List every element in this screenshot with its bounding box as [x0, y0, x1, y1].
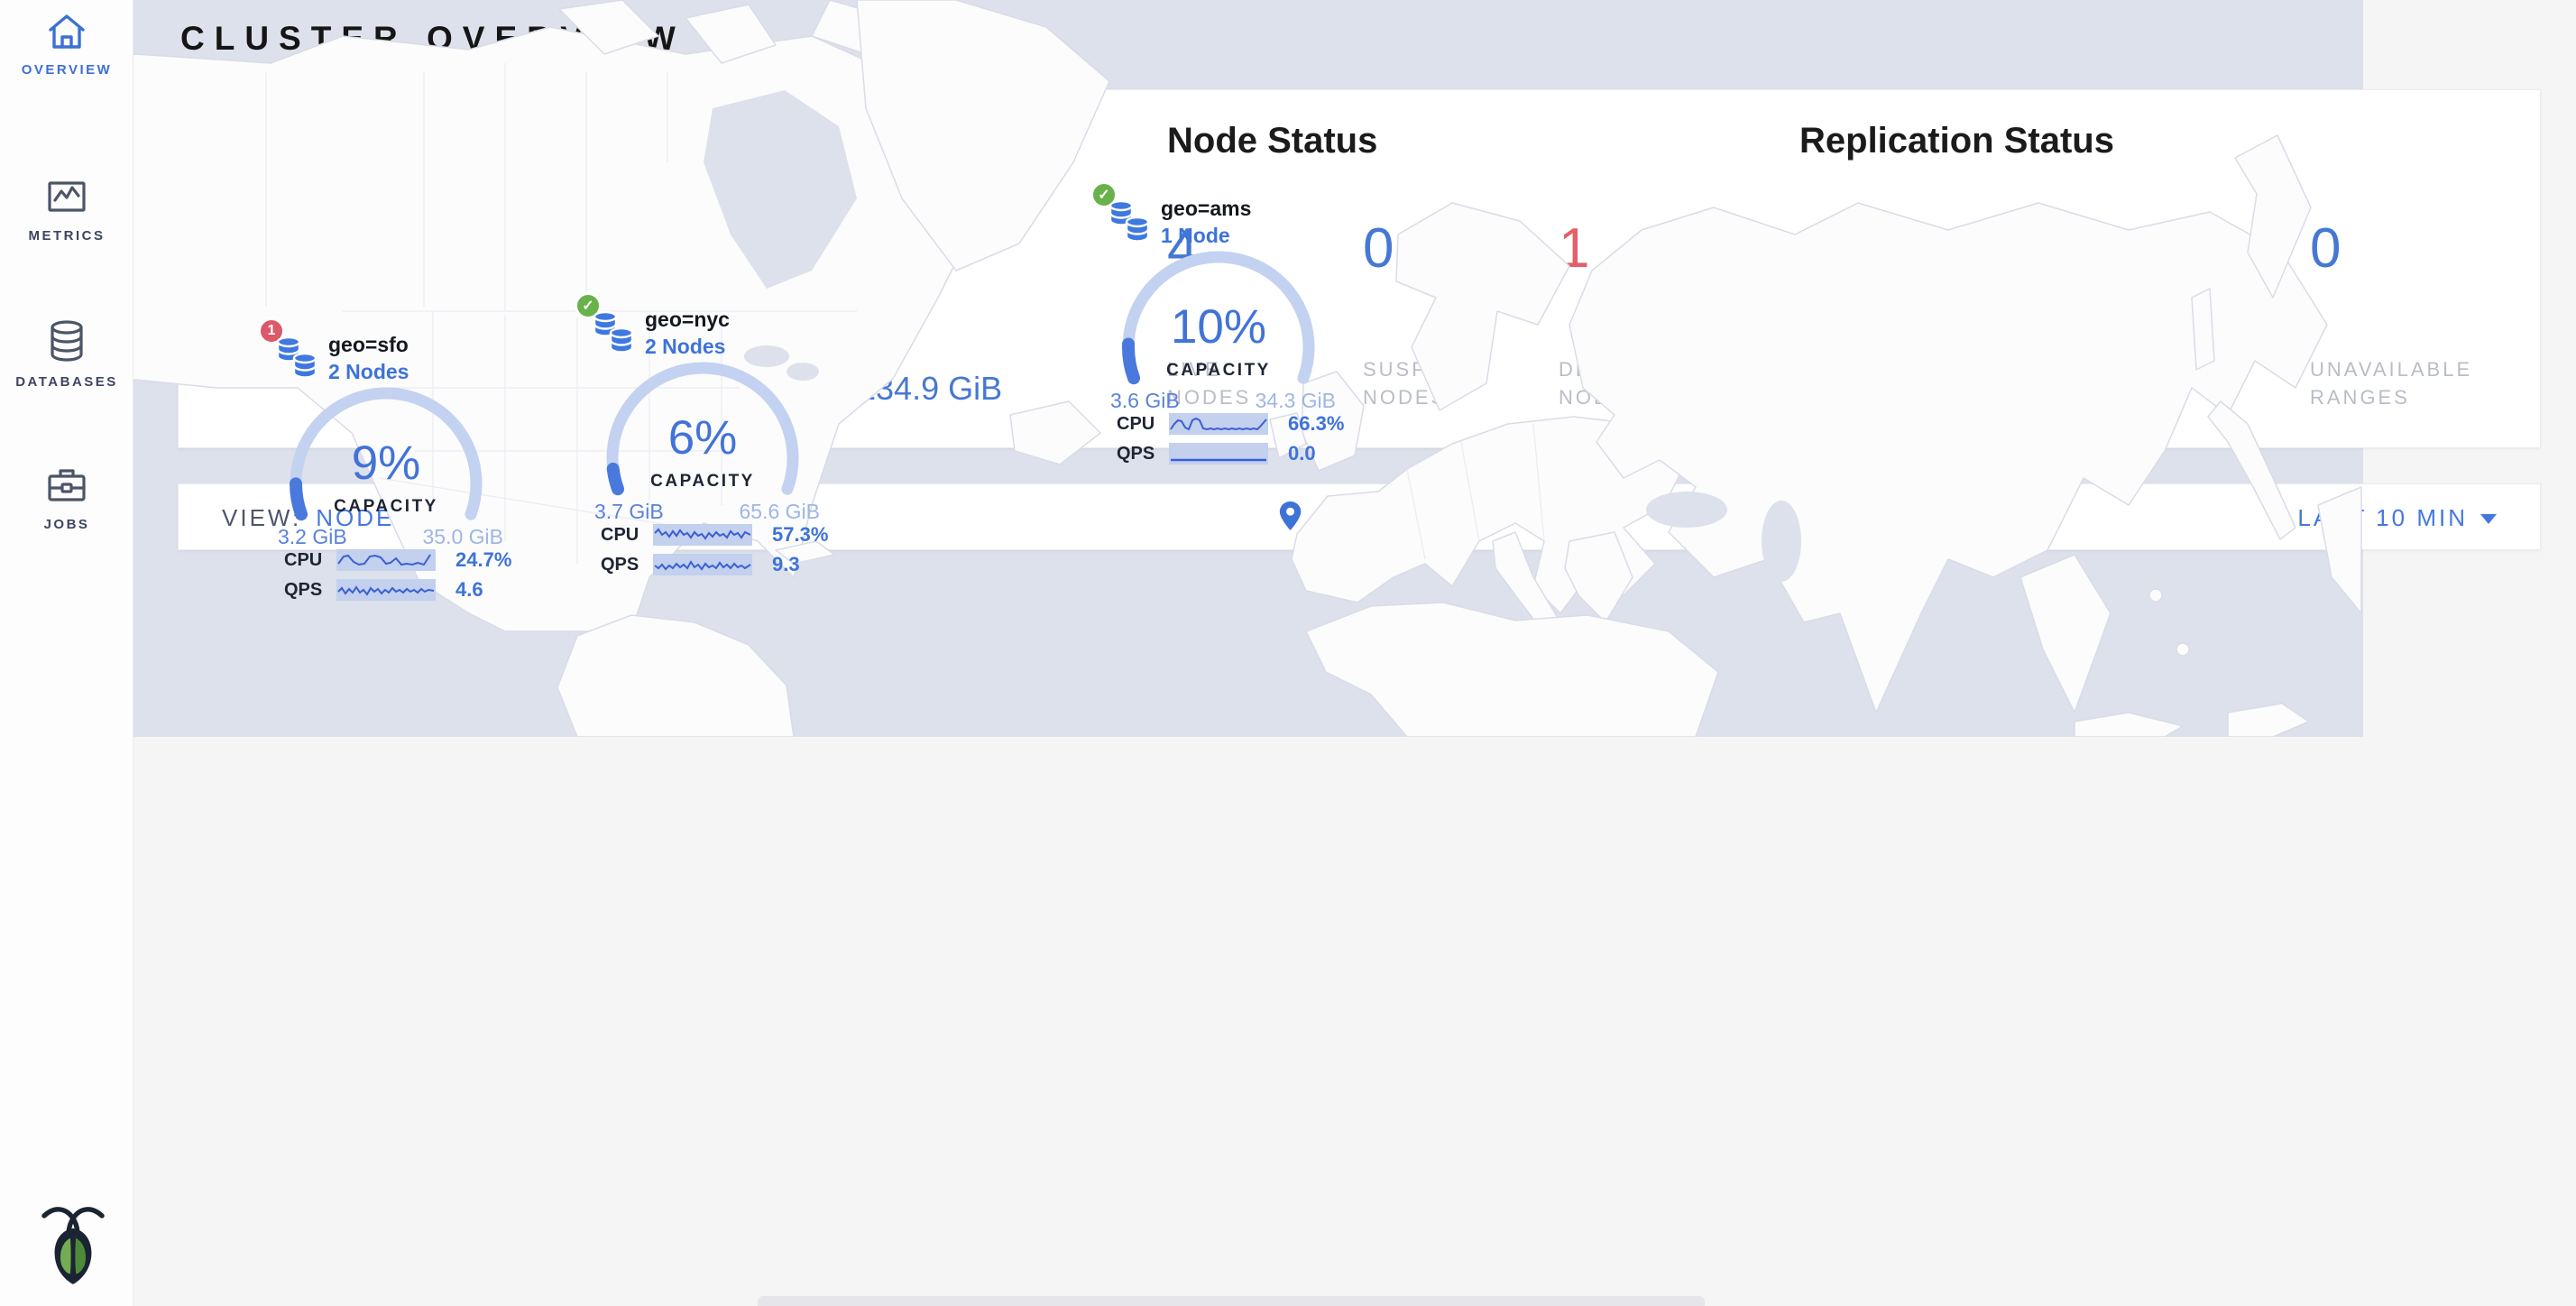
locality-name[interactable]: geo=ams	[1161, 197, 1251, 221]
locality-usable-capacity: 35.0 GiB	[423, 525, 504, 549]
cpu-value: 57.3%	[772, 523, 828, 547]
jobs-icon	[45, 464, 88, 505]
chevron-down-icon	[2480, 514, 2497, 524]
cpu-sparkline	[653, 524, 752, 546]
locality-name[interactable]: geo=sfo	[328, 333, 409, 357]
qps-sparkline	[653, 554, 752, 575]
locality-marker-sfo[interactable]: 1 geo=sfo 2 Nodes	[242, 303, 530, 610]
home-icon	[46, 13, 87, 51]
locality-node-count-link[interactable]: 2 Nodes	[645, 335, 725, 359]
qps-label: QPS	[601, 555, 653, 575]
sidebar-item-jobs[interactable]: JOBS	[0, 464, 133, 532]
database-stack-icon	[591, 308, 636, 358]
next-panel-edge	[758, 1296, 1705, 1306]
locality-usable-capacity: 65.6 GiB	[740, 500, 821, 524]
sidebar: OVERVIEW METRICS DATABASES	[0, 0, 133, 1306]
qps-label: QPS	[1117, 444, 1169, 464]
capacity-label: CAPACITY	[1110, 361, 1327, 381]
sidebar-item-label: METRICS	[29, 228, 106, 244]
cpu-value: 66.3%	[1288, 412, 1344, 436]
cpu-label: CPU	[284, 550, 336, 571]
capacity-label: CAPACITY	[278, 497, 494, 517]
database-stack-icon	[1107, 198, 1152, 247]
cpu-label: CPU	[601, 525, 653, 546]
locality-capacity-percent: 10%	[1110, 299, 1327, 354]
locality-used-capacity: 3.7 GiB	[594, 500, 664, 524]
locality-node-count-link[interactable]: 1 Node	[1161, 224, 1230, 248]
sidebar-item-label: OVERVIEW	[22, 62, 113, 78]
cockroachdb-logo	[38, 1202, 108, 1285]
sidebar-item-databases[interactable]: DATABASES	[0, 319, 133, 390]
locality-stats: CPU 24.7% QPS 4.6	[284, 548, 511, 608]
capacity-label: CAPACITY	[594, 472, 811, 492]
qps-value: 9.3	[772, 553, 800, 576]
cluster-overview-page: OVERVIEW METRICS DATABASES	[0, 0, 2576, 1306]
locality-used-capacity: 3.6 GiB	[1110, 389, 1180, 413]
locality-capacity-percent: 6%	[594, 410, 811, 465]
qps-label: QPS	[284, 580, 336, 601]
sidebar-item-overview[interactable]: OVERVIEW	[0, 13, 133, 78]
locality-stats: CPU 66.3% QPS 0.0	[1117, 412, 1344, 472]
locality-capacity-percent: 9%	[278, 436, 494, 491]
locality-usable-capacity: 34.3 GiB	[1256, 389, 1337, 413]
locality-marker-nyc[interactable]: ✓ geo=nyc 2 Nodes	[558, 278, 847, 584]
database-stack-icon	[274, 334, 319, 383]
locality-stats: CPU 57.3% QPS 9.3	[601, 523, 828, 583]
cpu-sparkline	[1169, 413, 1268, 435]
sidebar-item-metrics[interactable]: METRICS	[0, 177, 133, 244]
node-map: 1 geo=sfo 2 Nodes	[0, 0, 2363, 737]
sidebar-item-label: DATABASES	[15, 374, 118, 390]
qps-sparkline	[336, 579, 436, 601]
cpu-value: 24.7%	[455, 548, 511, 572]
sidebar-item-label: JOBS	[44, 517, 90, 532]
cpu-sparkline	[336, 549, 436, 571]
qps-value: 0.0	[1288, 442, 1316, 465]
qps-value: 4.6	[455, 578, 483, 602]
databases-icon	[46, 319, 87, 363]
metrics-icon	[45, 177, 88, 216]
locality-marker-ams[interactable]: ✓ geo=ams 1 Node 1	[1074, 167, 1363, 474]
cpu-label: CPU	[1117, 414, 1169, 435]
locality-node-count-link[interactable]: 2 Nodes	[328, 360, 409, 384]
locality-name[interactable]: geo=nyc	[645, 308, 730, 332]
locality-used-capacity: 3.2 GiB	[278, 525, 347, 549]
qps-sparkline	[1169, 443, 1268, 464]
